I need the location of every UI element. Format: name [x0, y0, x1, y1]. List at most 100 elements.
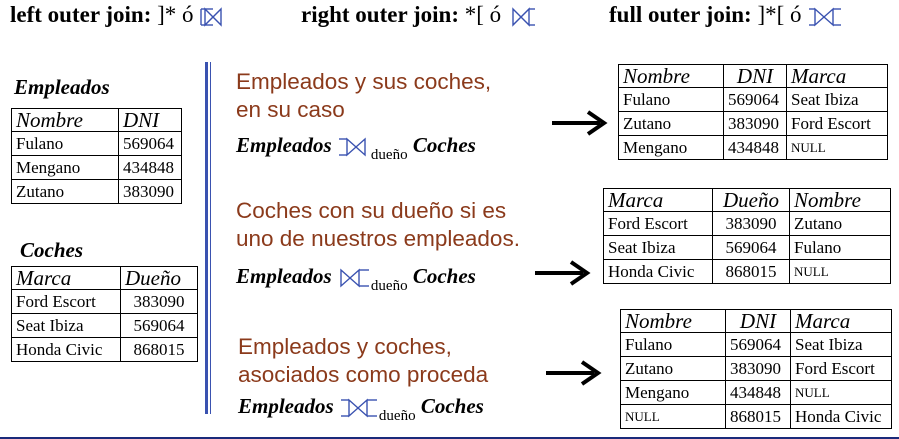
- description-line: Coches con su dueño si es: [236, 198, 507, 223]
- left-relation: Empleados: [236, 133, 332, 157]
- cell: 383090: [725, 356, 791, 381]
- cell: NULL: [786, 135, 888, 160]
- table-row: Seat Ibiza 569064: [11, 313, 198, 338]
- description-line: Empleados y coches,: [238, 334, 452, 359]
- column-header: Dueño: [120, 266, 198, 290]
- cell: Ford Escort: [790, 356, 892, 381]
- table-row: Ford Escort 383090: [11, 289, 198, 314]
- table-row: Ford Escort 383090 Zutano: [603, 211, 891, 236]
- full-outer-join-header: full outer join: ]*[ ó: [609, 2, 843, 28]
- right-outer-join-colon: :: [451, 2, 460, 27]
- cell: Honda Civic: [603, 259, 713, 284]
- column-header: Nombre: [789, 188, 891, 212]
- left-outer-join-symbol: ]* ó: [157, 2, 194, 27]
- empleados-table: Nombre DNI Fulano 569064 Mengano 434848 Zu…: [11, 108, 182, 204]
- section-1-description: Empleados y sus coches, en su caso: [236, 68, 491, 124]
- cell: Ford Escort: [603, 211, 713, 236]
- cell: 569064: [120, 313, 198, 338]
- table-header-row: Marca Dueño: [11, 266, 198, 290]
- table-row: Honda Civic 868015 NULL: [603, 259, 891, 284]
- cell: 868015: [120, 337, 198, 362]
- right-relation: Coches: [420, 394, 484, 418]
- cell: Fulano: [789, 235, 891, 260]
- right-outer-join-symbol: *[ ó: [464, 2, 502, 27]
- left-outer-join-header: left outer join: ]* ó: [10, 2, 227, 28]
- left-relation: Empleados: [236, 264, 332, 288]
- table-row: NULL 868015 Honda Civic: [620, 404, 892, 429]
- right-relation: Coches: [412, 133, 476, 157]
- cell: Honda Civic: [11, 337, 121, 362]
- cell: Seat Ibiza: [11, 313, 121, 338]
- cell: Zutano: [620, 356, 726, 381]
- cell: 868015: [725, 404, 791, 429]
- column-header: Dueño: [712, 188, 790, 212]
- table-header-row: Marca Dueño Nombre: [603, 188, 891, 212]
- cell: 434848: [118, 155, 182, 180]
- table-row: Fulano 569064 Seat Ibiza: [620, 332, 892, 357]
- cell: 569064: [725, 332, 791, 357]
- table-header-row: Nombre DNI: [11, 108, 182, 132]
- column-header: DNI: [725, 309, 791, 333]
- cell: Seat Ibiza: [786, 87, 888, 112]
- section-2-result-table: Marca Dueño Nombre Ford Escort 383090 Zuta…: [603, 188, 891, 284]
- join-attribute: dueño: [370, 147, 408, 163]
- empleados-title: Empleados: [14, 75, 110, 99]
- cell: 569064: [723, 87, 787, 112]
- cell: 383090: [120, 289, 198, 314]
- column-header: Marca: [603, 188, 713, 212]
- column-header: DNI: [723, 64, 787, 88]
- vertical-divider: [205, 62, 208, 414]
- column-header: Marca: [786, 64, 888, 88]
- table-row: Honda Civic 868015: [11, 337, 198, 362]
- table-row: Seat Ibiza 569064 Fulano: [603, 235, 891, 260]
- left-relation: Empleados: [238, 394, 334, 418]
- right-relation: Coches: [412, 264, 476, 288]
- left-outer-join-label: left outer join: [10, 2, 144, 27]
- join-attribute: dueño: [370, 278, 408, 294]
- column-header: Nombre: [620, 309, 726, 333]
- cell: 383090: [712, 211, 790, 236]
- cell: Ford Escort: [786, 111, 888, 136]
- cell: Fulano: [618, 87, 724, 112]
- coches-table: Marca Dueño Ford Escort 383090 Seat Ibiza…: [11, 266, 198, 362]
- section-2-expression: Empleados dueño Coches: [236, 264, 476, 295]
- right-outer-join-header: right outer join: *[ ó: [301, 2, 537, 28]
- cell: 868015: [712, 259, 790, 284]
- cell: NULL: [620, 404, 726, 429]
- table-row: Zutano 383090 Ford Escort: [618, 111, 888, 136]
- cell: Zutano: [11, 179, 119, 204]
- cell: Mengano: [618, 135, 724, 160]
- column-header: Marca: [790, 309, 892, 333]
- table-row: Zutano 383090 Ford Escort: [620, 356, 892, 381]
- left-outer-join-icon: [337, 135, 371, 159]
- cell: 434848: [723, 135, 787, 160]
- right-outer-join-label: right outer join: [301, 2, 452, 27]
- column-header: DNI: [118, 108, 182, 132]
- coches-title: Coches: [20, 238, 83, 262]
- section-1-result-table: Nombre DNI Marca Fulano 569064 Seat Ibiza …: [618, 64, 888, 160]
- full-outer-join-label: full outer join: [609, 2, 745, 27]
- arrow-icon: [544, 358, 602, 393]
- cell: 383090: [118, 179, 182, 204]
- left-outer-join-icon: [199, 7, 227, 27]
- join-attribute: dueño: [378, 408, 416, 424]
- cell: Zutano: [789, 211, 891, 236]
- section-3-result-table: Nombre DNI Marca Fulano 569064 Seat Ibiza …: [620, 309, 892, 429]
- cell: 569064: [118, 131, 182, 156]
- full-outer-join-icon: [339, 396, 379, 420]
- right-outer-join-icon: [337, 266, 371, 290]
- table-row: Zutano 383090: [11, 179, 182, 204]
- section-3-description: Empleados y coches, asociados como proce…: [238, 333, 488, 389]
- left-outer-join-colon: :: [143, 2, 152, 27]
- table-row: Mengano 434848: [11, 155, 182, 180]
- cell: Mengano: [620, 380, 726, 405]
- cell: NULL: [790, 380, 892, 405]
- table-header-row: Nombre DNI Marca: [618, 64, 888, 88]
- description-line: Empleados y sus coches,: [236, 69, 492, 94]
- column-header: Nombre: [618, 64, 724, 88]
- cell: 383090: [723, 111, 787, 136]
- full-outer-join-colon: :: [744, 2, 752, 27]
- cell: Seat Ibiza: [603, 235, 713, 260]
- cell: 434848: [725, 380, 791, 405]
- column-header: Nombre: [11, 108, 119, 132]
